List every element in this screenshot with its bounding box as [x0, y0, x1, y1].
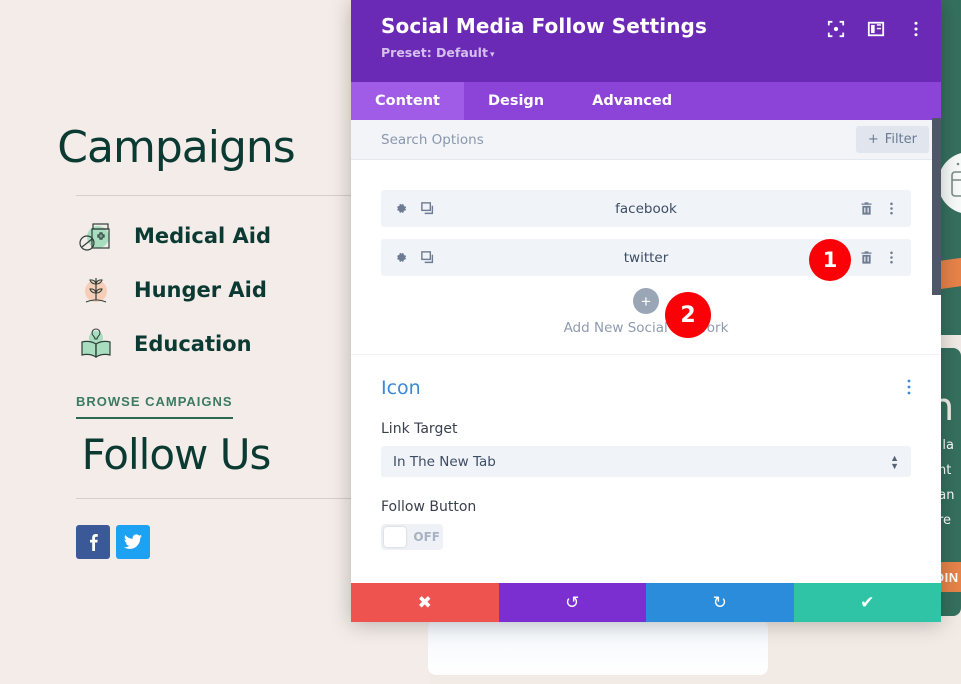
modal-tabs: Content Design Advanced — [351, 82, 941, 120]
facebook-social-button[interactable] — [76, 525, 110, 559]
filter-label: Filter — [884, 132, 917, 147]
row-right-actions — [859, 201, 899, 216]
background-white-card — [428, 620, 768, 675]
row-left-actions — [393, 201, 435, 216]
add-new-social-network[interactable]: + Add New Social Network — [381, 288, 911, 336]
divider — [76, 195, 352, 196]
campaign-label: Hunger Aid — [134, 278, 267, 302]
trash-icon[interactable] — [859, 201, 874, 216]
more-vertical-icon[interactable] — [884, 250, 899, 265]
icon-settings-section: Icon Link Target In The New Tab In The S… — [351, 355, 941, 550]
open-book-icon — [76, 324, 116, 364]
toggle-state-label: OFF — [413, 530, 440, 544]
network-name: facebook — [615, 200, 677, 217]
medicine-bottle-icon — [76, 216, 116, 256]
toggle-knob — [384, 527, 407, 547]
plant-sprout-icon — [76, 270, 116, 310]
tab-content[interactable]: Content — [351, 82, 464, 120]
follow-button-toggle[interactable]: OFF — [381, 524, 443, 550]
modal-body: facebook twitter + Add New Social Networ… — [351, 160, 941, 583]
annotation-badge-2: 2 — [665, 292, 711, 338]
follow-button-label: Follow Button — [381, 499, 477, 515]
gear-icon[interactable] — [393, 250, 408, 265]
link-target-label: Link Target — [381, 421, 458, 437]
focus-target-icon[interactable] — [827, 20, 845, 38]
cancel-button[interactable]: ✖ — [351, 583, 499, 622]
white-circle-decoration — [938, 152, 961, 214]
follow-button-toggle-row: OFF — [381, 524, 911, 550]
search-input[interactable] — [381, 131, 856, 148]
link-target-field: In The New Tab In The Same Window ▲▼ — [381, 446, 911, 477]
facebook-icon — [89, 534, 98, 551]
follow-us-heading: Follow Us — [81, 430, 272, 479]
redo-button[interactable]: ↻ — [646, 583, 794, 622]
preset-selector[interactable]: Preset: Default ▾ — [381, 45, 923, 60]
tab-design[interactable]: Design — [464, 82, 568, 120]
browse-campaigns-link[interactable]: BROWSE CAMPAIGNS — [76, 394, 233, 419]
row-right-actions — [859, 250, 899, 265]
modal-footer: ✖ ↺ ↻ ✔ — [351, 583, 941, 622]
campaign-item-hunger-aid[interactable]: Hunger Aid — [76, 270, 267, 310]
twitter-social-button[interactable] — [116, 525, 150, 559]
divider — [76, 498, 352, 499]
filter-button[interactable]: + Filter — [855, 126, 929, 153]
duplicate-icon[interactable] — [420, 201, 435, 216]
save-button[interactable]: ✔ — [793, 583, 941, 622]
campaign-item-education[interactable]: Education — [76, 324, 252, 364]
search-bar: + Filter — [351, 120, 941, 160]
modal-header-actions — [827, 20, 925, 38]
plus-icon[interactable]: + — [633, 288, 659, 314]
campaign-label: Medical Aid — [134, 224, 271, 248]
section-heading: Icon — [381, 377, 421, 399]
plus-icon: + — [867, 132, 879, 147]
campaign-label: Education — [134, 332, 252, 356]
modal-header: Social Media Follow Settings Preset: Def… — [351, 0, 941, 82]
more-vertical-icon[interactable] — [884, 201, 899, 216]
campaigns-heading: Campaigns — [57, 122, 295, 173]
chevron-down-icon: ▾ — [489, 50, 495, 60]
more-vertical-icon[interactable] — [907, 379, 911, 395]
donation-box-icon — [951, 162, 961, 197]
campaign-item-medical-aid[interactable]: Medical Aid — [76, 216, 271, 256]
row-left-actions — [393, 250, 435, 265]
tab-advanced[interactable]: Advanced — [568, 82, 696, 120]
layout-panel-icon[interactable] — [867, 20, 885, 38]
twitter-bird-icon — [124, 534, 142, 549]
social-network-list: facebook twitter + Add New Social Networ… — [351, 160, 941, 336]
link-target-select[interactable]: In The New Tab In The Same Window — [381, 446, 911, 477]
settings-modal: Social Media Follow Settings Preset: Def… — [351, 0, 941, 622]
gear-icon[interactable] — [393, 201, 408, 216]
annotation-badge-1: 1 — [809, 239, 851, 281]
duplicate-icon[interactable] — [420, 250, 435, 265]
undo-button[interactable]: ↺ — [498, 583, 646, 622]
table-row[interactable]: facebook — [381, 190, 911, 227]
modal-scrollbar[interactable] — [932, 118, 941, 295]
trash-icon[interactable] — [859, 250, 874, 265]
more-vertical-icon[interactable] — [907, 20, 925, 38]
preset-label: Preset: Default — [381, 45, 488, 60]
add-new-label[interactable]: Add New Social Network — [381, 320, 911, 336]
